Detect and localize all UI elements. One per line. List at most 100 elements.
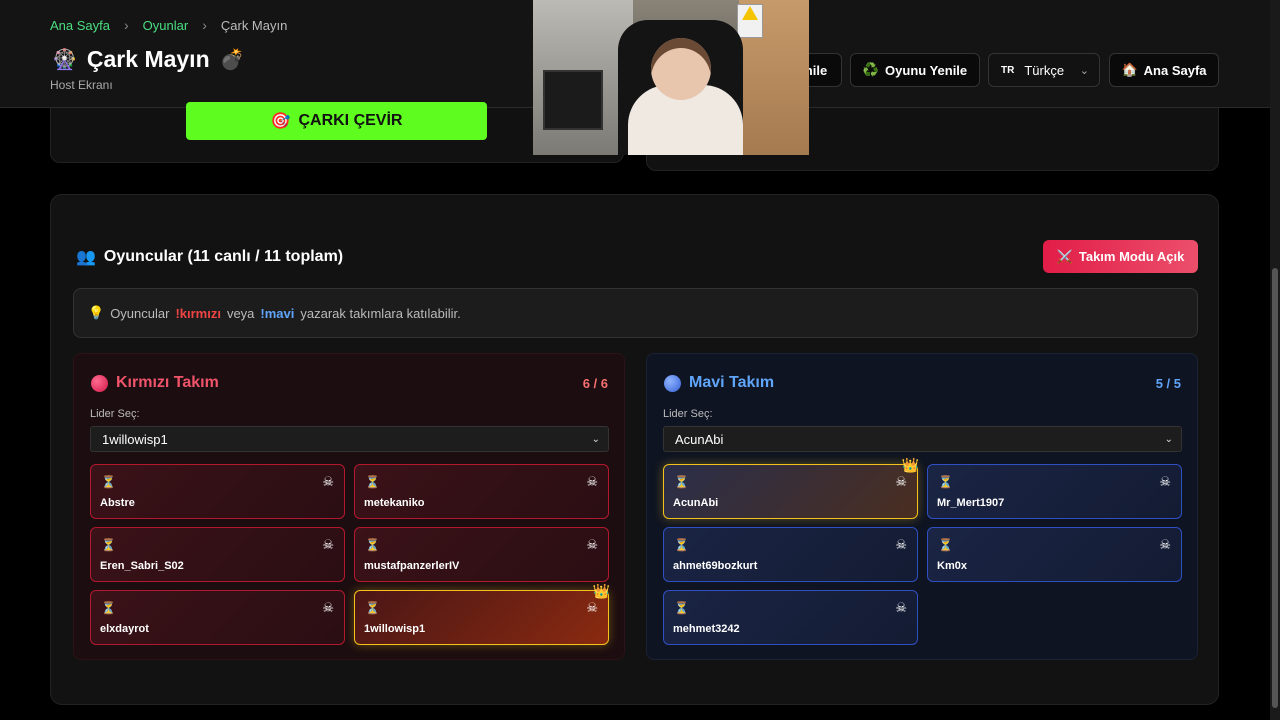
breadcrumb-home-link[interactable]: Ana Sayfa [50, 18, 110, 33]
hourglass-icon: ⏳ [365, 601, 380, 615]
player-name: Mr_Mert1907 [937, 497, 1005, 509]
skull-crossbones-icon[interactable]: ☠ [322, 600, 334, 616]
webcam-person-head [651, 38, 711, 100]
people-icon: 👥 [76, 249, 96, 266]
player-name: metekaniko [364, 497, 425, 509]
player-card: ⏳ ☠ Mr_Mert1907 [927, 464, 1182, 519]
skull-crossbones-icon[interactable]: ☠ [322, 537, 334, 553]
breadcrumb-games-link[interactable]: Oyunlar [143, 18, 189, 33]
blue-team-count: 5 / 5 [1155, 376, 1181, 391]
hourglass-icon: ⏳ [101, 601, 116, 615]
house-icon: 🏠 [1121, 62, 1138, 77]
info-suffix: yazarak takımlara katılabilir. [300, 305, 461, 321]
skull-crossbones-icon[interactable]: ☠ [1159, 537, 1171, 553]
player-card: ⏳ ☠ mustafpanzerlerIV [354, 527, 609, 582]
team-mode-label: Takım Modu Açık [1078, 249, 1185, 264]
renew-game-label: Oyunu Yenile [885, 62, 968, 78]
blue-leader-value: AcunAbi [675, 431, 724, 447]
hourglass-icon: ⏳ [101, 538, 116, 552]
skull-crossbones-icon[interactable]: ☠ [322, 474, 334, 490]
red-team-panel: Kırmızı Takım 6 / 6 Lider Seç: 1willowis… [73, 353, 625, 660]
player-card: ⏳ ☠ metekaniko [354, 464, 609, 519]
webcam-overlay [533, 0, 809, 155]
player-name: Eren_Sabri_S02 [100, 560, 184, 572]
skull-crossbones-icon[interactable]: ☠ [895, 537, 907, 553]
player-name: 1willowisp1 [364, 623, 426, 635]
red-team-count: 6 / 6 [582, 376, 608, 391]
player-card: ⏳ ☠ Km0x [927, 527, 1182, 582]
breadcrumb: Ana Sayfa › Oyunlar › Çark Mayın [50, 17, 287, 33]
player-name: mustafpanzerlerIV [364, 560, 460, 572]
ferris-wheel-icon: 🎡 [52, 49, 77, 71]
red-leader-label: Lider Seç: [90, 408, 140, 420]
player-card: ⏳ ☠ Abstre [90, 464, 345, 519]
blue-leader-select[interactable]: AcunAbi ⌄ [663, 426, 1182, 452]
skull-crossbones-icon[interactable]: ☠ [586, 600, 598, 616]
skull-crossbones-icon[interactable]: ☠ [586, 537, 598, 553]
warning-icon [742, 6, 758, 20]
red-leader-select[interactable]: 1willowisp1 ⌄ [90, 426, 609, 452]
player-name: elxdayrot [100, 623, 149, 635]
player-name: AcunAbi [673, 497, 719, 509]
home-button[interactable]: 🏠 Ana Sayfa [1109, 53, 1219, 87]
chevron-right-icon: › [124, 17, 129, 33]
hourglass-icon: ⏳ [674, 538, 689, 552]
info-mid: veya [226, 305, 255, 321]
player-name: Abstre [100, 497, 135, 509]
bomb-icon: 💣 [219, 49, 245, 71]
player-name: mehmet3242 [673, 623, 740, 635]
leader-player-card: ⏳ ☠ 👑 AcunAbi [663, 457, 919, 519]
skull-crossbones-icon[interactable]: ☠ [586, 474, 598, 490]
blue-circle-icon [664, 374, 681, 392]
players-title: Oyuncular (11 canlı / 11 toplam) [103, 248, 344, 265]
swords-icon: ⚔️ [1056, 248, 1073, 264]
red-command: !kırmızı [175, 305, 221, 321]
lightbulb-icon: 💡 [88, 305, 105, 320]
blue-team-name: Mavi Takım [689, 374, 775, 391]
crown-icon: 👑 [592, 583, 610, 599]
language-select[interactable]: TR Türkçe ⌄ [988, 53, 1100, 87]
home-label: Ana Sayfa [1143, 62, 1207, 78]
spin-wheel-button[interactable]: 🎯 ÇARKI ÇEVİR [186, 102, 487, 140]
page-subtitle: Host Ekranı [50, 78, 113, 92]
hourglass-icon: ⏳ [938, 538, 953, 552]
player-name: Km0x [937, 560, 967, 572]
chevron-down-icon: ⌄ [1164, 433, 1173, 445]
skull-crossbones-icon[interactable]: ☠ [895, 474, 907, 490]
renew-game-button[interactable]: ♻️ Oyunu Yenile [850, 53, 980, 87]
player-card: ⏳ ☠ Eren_Sabri_S02 [90, 527, 345, 582]
info-box: 💡 Oyuncular !kırmızı veya !mavi yazarak … [73, 288, 1198, 338]
hourglass-icon: ⏳ [938, 475, 953, 489]
page-scrollbar-thumb[interactable] [1272, 268, 1278, 708]
page-title-row: 🎡 Çark Mayın 💣 [52, 46, 245, 73]
player-card: ⏳ ☠ elxdayrot [90, 590, 345, 645]
blue-command: !mavi [260, 305, 295, 321]
chevron-right-icon: › [202, 17, 207, 33]
webcam-oven [543, 70, 603, 130]
skull-crossbones-icon[interactable]: ☠ [1159, 474, 1171, 490]
target-icon: 🎯 [270, 113, 291, 130]
red-team-header: Kırmızı Takım [91, 374, 219, 392]
skull-crossbones-icon[interactable]: ☠ [895, 600, 907, 616]
red-leader-value: 1willowisp1 [102, 431, 168, 447]
player-card: ⏳ ☠ ahmet69bozkurt [663, 527, 918, 582]
chevron-down-icon: ⌄ [591, 433, 600, 445]
spin-wheel-label: ÇARKI ÇEVİR [298, 112, 403, 129]
blue-team-panel: Mavi Takım 5 / 5 Lider Seç: AcunAbi ⌄ ⏳ … [646, 353, 1198, 660]
hourglass-icon: ⏳ [365, 475, 380, 489]
recycle-icon: ♻️ [862, 62, 880, 77]
team-mode-toggle-button[interactable]: ⚔️ Takım Modu Açık [1043, 240, 1198, 273]
player-card: ⏳ ☠ mehmet3242 [663, 590, 918, 645]
blue-leader-label: Lider Seç: [663, 408, 713, 420]
language-label: Türkçe [1024, 62, 1065, 78]
hourglass-icon: ⏳ [674, 475, 689, 489]
hourglass-icon: ⏳ [365, 538, 380, 552]
red-circle-icon [91, 374, 108, 392]
chevron-down-icon: ⌄ [1079, 64, 1089, 77]
page-title: Çark Mayın [86, 46, 210, 72]
breadcrumb-current: Çark Mayın [220, 17, 288, 33]
leader-player-card: ⏳ ☠ 👑 1willowisp1 [354, 583, 610, 645]
player-name: ahmet69bozkurt [673, 560, 758, 572]
turkish-flag-icon: TR [1001, 64, 1015, 76]
crown-icon: 👑 [901, 457, 919, 473]
